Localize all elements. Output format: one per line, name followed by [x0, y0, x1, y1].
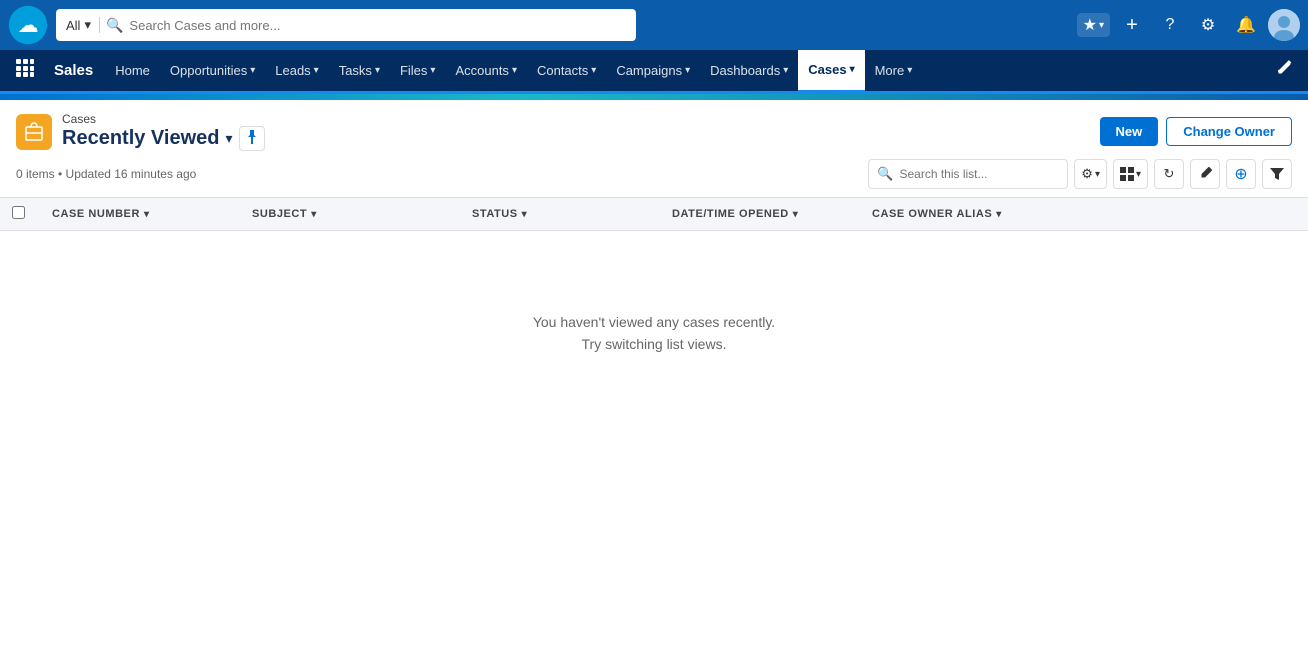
chevron-down-icon: ▾ — [512, 65, 517, 76]
favorites-button[interactable]: ★ ▾ — [1077, 13, 1110, 37]
nav-item-home[interactable]: Home — [105, 50, 160, 93]
help-icon: ? — [1166, 16, 1175, 34]
change-owner-button[interactable]: Change Owner — [1166, 117, 1292, 146]
empty-state-line1: You haven't viewed any cases recently. — [20, 311, 1288, 333]
nav-item-dashboards[interactable]: Dashboards ▾ — [700, 50, 798, 93]
chevron-down-icon: ▾ — [907, 65, 912, 76]
cases-object-icon — [16, 114, 52, 150]
nav-item-opportunities[interactable]: Opportunities ▾ — [160, 50, 265, 93]
add-new-button[interactable]: + — [1116, 9, 1148, 41]
nav-item-campaigns[interactable]: Campaigns ▾ — [606, 50, 700, 93]
app-launcher-icon[interactable] — [8, 59, 42, 82]
chevron-down-icon: ▾ — [1136, 169, 1141, 180]
refresh-button[interactable]: ↻ — [1154, 159, 1184, 189]
chevron-down-icon: ▾ — [1099, 20, 1104, 31]
chevron-down-icon: ▾ — [250, 65, 255, 76]
global-search-input[interactable] — [129, 18, 626, 33]
app-name: Sales — [42, 50, 105, 93]
subject-column-header[interactable]: Subject ▾ — [240, 198, 460, 231]
nav-item-cases[interactable]: Cases ▾ — [798, 50, 864, 93]
chevron-down-icon: ▾ — [591, 65, 596, 76]
status-column-header[interactable]: Status ▾ — [460, 198, 660, 231]
list-actions: 🔍 ⚙ ▾ ▾ ↻ — [868, 159, 1292, 189]
select-all-column-header[interactable] — [0, 198, 40, 231]
chevron-down-icon: ▾ — [84, 17, 91, 33]
filter-button[interactable] — [1262, 159, 1292, 189]
list-meta: 0 items • Updated 16 minutes ago — [16, 167, 196, 181]
refresh-icon: ↻ — [1164, 166, 1175, 182]
search-icon: 🔍 — [877, 166, 893, 182]
nav-edit-button[interactable] — [1268, 60, 1300, 81]
list-search-bar[interactable]: 🔍 — [868, 159, 1068, 189]
cases-breadcrumb: Cases — [62, 112, 265, 126]
chevron-down-icon: ▾ — [685, 65, 690, 76]
nav-item-tasks[interactable]: Tasks ▾ — [329, 50, 390, 93]
list-view-toggle-button[interactable]: ▾ — [1113, 159, 1148, 189]
gear-icon: ⚙ — [1201, 15, 1215, 35]
cases-table: Case Number ▾ Subject ▾ Status ▾ — [0, 197, 1308, 231]
list-settings-button[interactable]: ⚙ ▾ — [1074, 159, 1107, 189]
chevron-down-icon: ▾ — [850, 64, 855, 75]
empty-state-line2: Try switching list views. — [20, 333, 1288, 355]
sort-icon: ▾ — [793, 209, 799, 220]
nav-item-files[interactable]: Files ▾ — [390, 50, 445, 93]
list-search-input[interactable] — [899, 167, 1059, 181]
cases-title-section: Cases Recently Viewed ▾ — [16, 112, 265, 151]
notifications-button[interactable]: 🔔 — [1230, 9, 1262, 41]
chevron-down-icon: ▾ — [430, 65, 435, 76]
setup-button[interactable]: ⚙ — [1192, 9, 1224, 41]
pin-view-button[interactable] — [239, 126, 265, 151]
search-icon: 🔍 — [106, 17, 123, 34]
chevron-down-icon: ▾ — [783, 65, 788, 76]
sort-icon: ▾ — [144, 209, 150, 220]
user-avatar[interactable] — [1268, 9, 1300, 41]
help-button[interactable]: ? — [1154, 9, 1186, 41]
sort-icon: ▾ — [522, 209, 528, 220]
nav-item-more[interactable]: More ▾ — [865, 50, 923, 93]
cases-view-name: Recently Viewed ▾ — [62, 126, 265, 151]
main-navigation: Sales Home Opportunities ▾ Leads ▾ Tasks… — [0, 50, 1308, 94]
sort-icon: ▾ — [996, 209, 1002, 220]
select-all-checkbox[interactable] — [12, 206, 25, 219]
empty-state: You haven't viewed any cases recently. T… — [0, 231, 1308, 436]
top-bar-actions: ★ ▾ + ? ⚙ 🔔 — [1077, 9, 1300, 41]
sort-icon: ▾ — [311, 209, 317, 220]
list-controls: 0 items • Updated 16 minutes ago 🔍 ⚙ ▾ ▾ — [0, 151, 1308, 197]
cases-header: Cases Recently Viewed ▾ New Change Owner — [0, 100, 1308, 151]
star-icon: ★ — [1083, 15, 1097, 35]
cases-header-actions: New Change Owner — [1100, 117, 1292, 146]
circle-icon: ⊕ — [1234, 164, 1247, 184]
bulk-action-button[interactable]: ⊕ — [1226, 159, 1256, 189]
nav-item-leads[interactable]: Leads ▾ — [265, 50, 328, 93]
content-area: Cases Recently Viewed ▾ New Change Owner… — [0, 100, 1308, 660]
datetime-column-header[interactable]: Date/Time Opened ▾ — [660, 198, 860, 231]
new-case-button[interactable]: New — [1100, 117, 1159, 146]
case-number-column-header[interactable]: Case Number ▾ — [40, 198, 240, 231]
nav-item-accounts[interactable]: Accounts ▾ — [445, 50, 527, 93]
salesforce-logo[interactable]: ☁ — [8, 5, 48, 45]
search-scope-dropdown[interactable]: All ▾ — [66, 17, 100, 33]
chevron-down-icon: ▾ — [1095, 169, 1100, 180]
gear-icon: ⚙ — [1081, 166, 1093, 182]
chevron-down-icon: ▾ — [375, 65, 380, 76]
edit-columns-button[interactable] — [1190, 159, 1220, 189]
top-navigation-bar: ☁ All ▾ 🔍 ★ ▾ + ? ⚙ 🔔 — [0, 0, 1308, 50]
view-selector-button[interactable]: ▾ — [225, 130, 232, 147]
plus-icon: + — [1126, 14, 1138, 37]
owner-column-header[interactable]: Case Owner Alias ▾ — [860, 198, 1308, 231]
svg-text:☁: ☁ — [18, 14, 39, 37]
nav-item-contacts[interactable]: Contacts ▾ — [527, 50, 606, 93]
bell-icon: 🔔 — [1236, 15, 1256, 35]
chevron-down-icon: ▾ — [314, 65, 319, 76]
global-search-bar: All ▾ 🔍 — [56, 9, 636, 41]
